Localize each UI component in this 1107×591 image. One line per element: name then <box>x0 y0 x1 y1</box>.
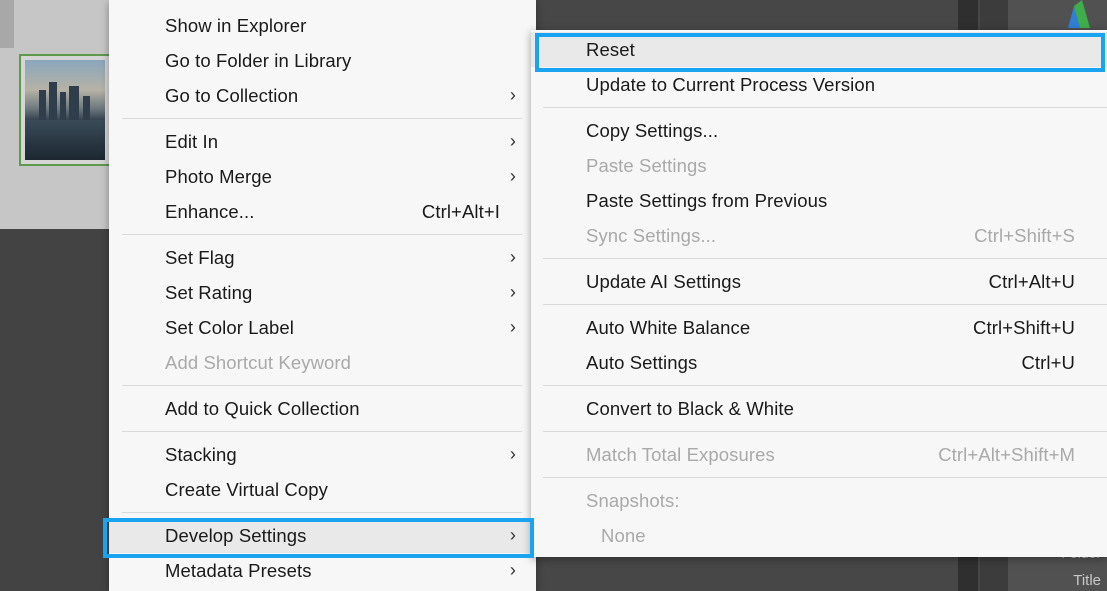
menu-item-label: Convert to Black & White <box>586 398 795 419</box>
menu-item-set-color-label[interactable]: Set Color Label › <box>109 310 536 345</box>
city-skyline-image <box>25 60 105 160</box>
chevron-right-icon: › <box>509 560 516 580</box>
menu-item-paste-settings-from-previous[interactable]: Paste Settings from Previous <box>531 183 1107 218</box>
menu-item-label: Auto White Balance <box>586 317 751 338</box>
snapshot-none: None <box>531 518 1107 553</box>
menu-item-copy-settings[interactable]: Copy Settings... <box>531 113 1107 148</box>
menu-separator <box>543 258 1107 259</box>
menu-item-label: Set Rating <box>165 282 253 303</box>
menu-item-label: Paste Settings from Previous <box>586 190 828 211</box>
menu-item-label: Set Flag <box>165 247 235 268</box>
menu-separator <box>122 118 522 119</box>
menu-item-label: Photo Merge <box>165 166 273 187</box>
menu-item-shortcut: Ctrl+Alt+I <box>421 201 500 222</box>
menu-item-update-process-version[interactable]: Update to Current Process Version <box>531 67 1107 102</box>
menu-item-label: Paste Settings <box>586 155 707 176</box>
menu-item-reset[interactable]: Reset <box>531 32 1107 67</box>
chevron-right-icon: › <box>509 317 516 337</box>
chevron-right-icon: › <box>509 85 516 105</box>
menu-item-label: Stacking <box>165 444 237 465</box>
menu-item-label: None <box>601 525 646 546</box>
menu-item-auto-settings[interactable]: Auto Settings Ctrl+U <box>531 345 1107 380</box>
menu-item-label: Go to Collection <box>165 85 299 106</box>
title-label: Title <box>1073 572 1101 589</box>
menu-item-label: Copy Settings... <box>586 120 719 141</box>
menu-item-develop-settings[interactable]: Develop Settings › <box>109 518 536 553</box>
menu-item-go-to-folder-in-library[interactable]: Go to Folder in Library <box>109 43 536 78</box>
menu-item-shortcut: Ctrl+Shift+S <box>974 225 1075 246</box>
menu-separator <box>543 385 1107 386</box>
menu-item-update-ai-settings[interactable]: Update AI Settings Ctrl+Alt+U <box>531 264 1107 299</box>
menu-separator <box>543 477 1107 478</box>
menu-item-label: Add Shortcut Keyword <box>165 352 352 373</box>
menu-item-label: Develop Settings <box>165 525 307 546</box>
menu-item-set-rating[interactable]: Set Rating › <box>109 275 536 310</box>
menu-item-sync-settings: Sync Settings... Ctrl+Shift+S <box>531 218 1107 253</box>
menu-item-metadata-presets[interactable]: Metadata Presets › <box>109 553 536 588</box>
menu-separator <box>122 385 522 386</box>
menu-item-label: Enhance... <box>165 201 255 222</box>
menu-item-add-to-quick-collection[interactable]: Add to Quick Collection <box>109 391 536 426</box>
menu-separator <box>122 512 522 513</box>
context-menu: Show in Explorer Go to Folder in Library… <box>109 0 536 591</box>
menu-item-label: Edit In <box>165 131 219 152</box>
menu-item-shortcut: Ctrl+U <box>1021 352 1075 373</box>
menu-item-label: Match Total Exposures <box>586 444 775 465</box>
develop-settings-submenu: Reset Update to Current Process Version … <box>531 30 1107 557</box>
menu-item-label: Go to Folder in Library <box>165 50 352 71</box>
menu-item-enhance[interactable]: Enhance... Ctrl+Alt+I <box>109 194 536 229</box>
menu-item-edit-in[interactable]: Edit In › <box>109 124 536 159</box>
snapshots-heading: Snapshots: <box>531 483 1107 518</box>
menu-item-label: Snapshots: <box>586 490 680 511</box>
menu-item-paste-settings: Paste Settings <box>531 148 1107 183</box>
menu-item-label: Add to Quick Collection <box>165 398 360 419</box>
filmstrip-background <box>0 229 110 591</box>
menu-item-label: Reset <box>586 39 635 60</box>
chevron-right-icon: › <box>509 525 516 545</box>
menu-item-label: Update to Current Process Version <box>586 74 876 95</box>
chevron-right-icon: › <box>509 166 516 186</box>
menu-item-shortcut: Ctrl+Shift+U <box>973 317 1075 338</box>
menu-item-shortcut: Ctrl+Alt+Shift+M <box>938 444 1075 465</box>
menu-item-label: Show in Explorer <box>165 15 307 36</box>
menu-item-set-flag[interactable]: Set Flag › <box>109 240 536 275</box>
menu-separator <box>543 107 1107 108</box>
menu-item-label: Auto Settings <box>586 352 698 373</box>
menu-item-create-virtual-copy[interactable]: Create Virtual Copy <box>109 472 536 507</box>
chevron-right-icon: › <box>509 247 516 267</box>
chevron-right-icon: › <box>509 444 516 464</box>
menu-separator <box>122 234 522 235</box>
menu-item-shortcut: Ctrl+Alt+U <box>988 271 1075 292</box>
menu-item-photo-merge[interactable]: Photo Merge › <box>109 159 536 194</box>
menu-item-convert-to-black-white[interactable]: Convert to Black & White <box>531 391 1107 426</box>
menu-item-go-to-collection[interactable]: Go to Collection › <box>109 78 536 113</box>
menu-item-label: Sync Settings... <box>586 225 717 246</box>
photo-thumbnail[interactable] <box>19 54 111 166</box>
scrollbar-thumb[interactable] <box>0 0 14 48</box>
menu-item-label: Update AI Settings <box>586 271 742 292</box>
menu-separator <box>543 304 1107 305</box>
menu-item-auto-white-balance[interactable]: Auto White Balance Ctrl+Shift+U <box>531 310 1107 345</box>
menu-item-label: Set Color Label <box>165 317 295 338</box>
menu-item-match-total-exposures: Match Total Exposures Ctrl+Alt+Shift+M <box>531 437 1107 472</box>
menu-item-add-shortcut-keyword: Add Shortcut Keyword <box>109 345 536 380</box>
menu-item-show-in-explorer[interactable]: Show in Explorer <box>109 8 536 43</box>
menu-item-label: Metadata Presets <box>165 560 312 581</box>
menu-separator <box>543 431 1107 432</box>
chevron-right-icon: › <box>509 282 516 302</box>
menu-item-label: Create Virtual Copy <box>165 479 328 500</box>
menu-item-stacking[interactable]: Stacking › <box>109 437 536 472</box>
chevron-right-icon: › <box>509 131 516 151</box>
app-corner-icon <box>1068 0 1090 28</box>
menu-separator <box>122 431 522 432</box>
